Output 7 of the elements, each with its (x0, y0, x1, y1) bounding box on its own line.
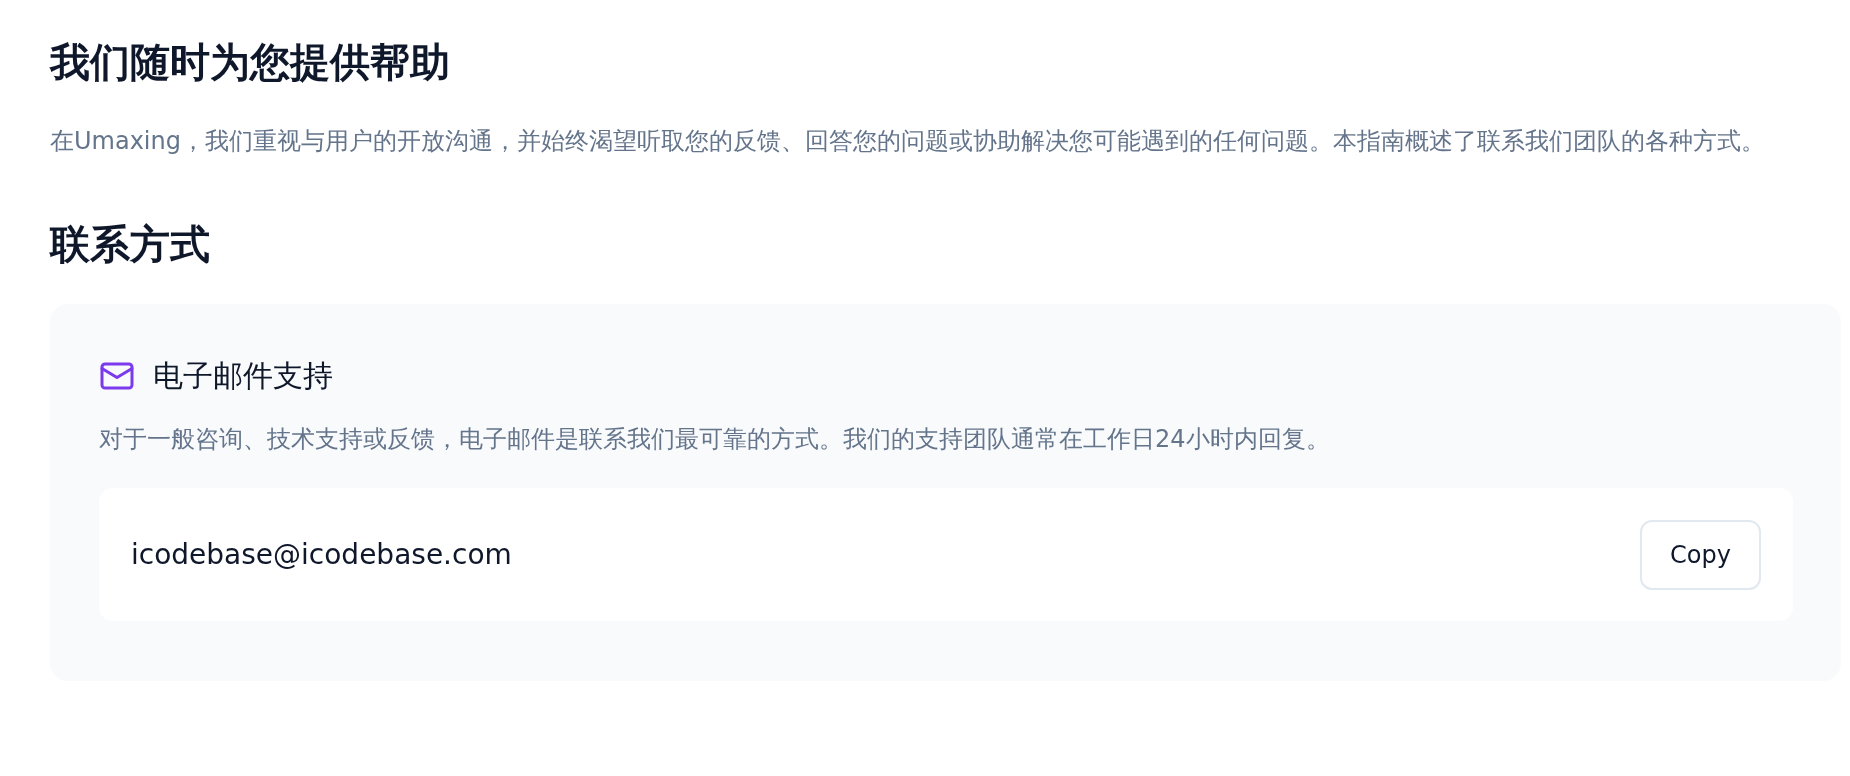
card-description: 对于一般咨询、技术支持或反馈，电子邮件是联系我们最可靠的方式。我们的支持团队通常在工作日24小时内回复。 (99, 424, 1331, 455)
card-title: 电子邮件支持 (153, 357, 333, 395)
section-title: 联系方式 (50, 220, 211, 269)
intro-text: 在Umaxing，我们重视与用户的开放沟通，并始终渴望听取您的反馈、回答您的问题或协助解决您可能遇到的任何问题。本指南概述了联系我们团队的各种方式。 (50, 126, 1766, 157)
copy-button[interactable]: Copy (1640, 519, 1761, 590)
email-address: icodebase@icodebase.com (131, 538, 512, 571)
page-title: 我们随时为您提供帮助 (50, 38, 451, 87)
